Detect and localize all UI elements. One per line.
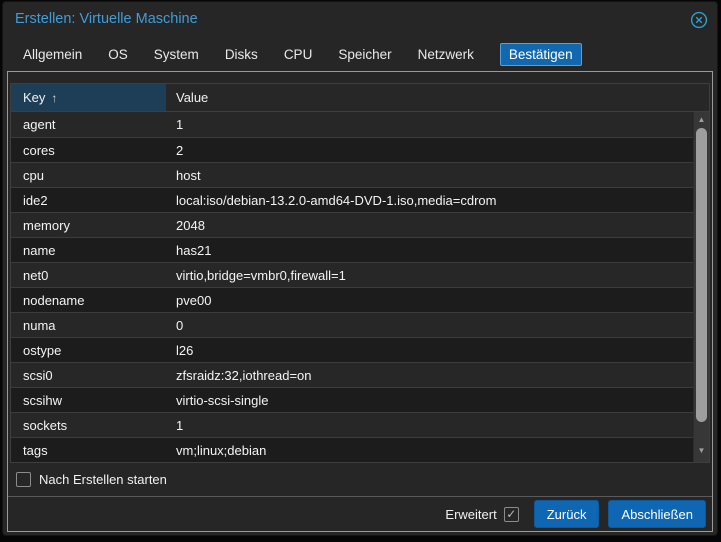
table-row[interactable]: cores 2 — [11, 137, 709, 162]
scroll-up-icon[interactable]: ▲ — [694, 115, 709, 125]
vertical-scrollbar[interactable]: ▲ ▼ — [693, 112, 709, 462]
panel-body: Key ↑ Value agent 1 cores 2 cpu host ide2 local… — [7, 71, 713, 532]
advanced-toggle: Erweitert ✓ — [445, 506, 519, 522]
value-cell: host — [176, 167, 201, 183]
tab-netzwerk[interactable]: Netzwerk — [418, 43, 474, 66]
grid-header: Key ↑ Value — [11, 84, 709, 112]
value-cell: l26 — [176, 342, 194, 358]
create-vm-dialog: Erstellen: Virtuelle Maschine Allgemein O… — [2, 1, 718, 536]
table-row[interactable]: ide2 local:iso/debian-13.2.0-amd64-DVD-1.… — [11, 187, 709, 212]
column-header-key-label: Key — [23, 90, 46, 105]
value-cell: virtio-scsi-single — [176, 392, 269, 408]
value-cell: virtio,bridge=vmbr0,firewall=1 — [176, 267, 346, 283]
value-cell: 0 — [176, 317, 184, 333]
dialog-footer: Erweitert ✓ Zurück Abschließen — [8, 496, 712, 531]
tab-cpu[interactable]: CPU — [284, 43, 313, 66]
key-cell: scsi0 — [23, 367, 53, 383]
back-button[interactable]: Zurück — [533, 500, 600, 528]
key-cell: scsihw — [23, 392, 63, 408]
key-cell: agent — [23, 117, 56, 132]
tab-speicher[interactable]: Speicher — [338, 43, 391, 66]
grid-body: agent 1 cores 2 cpu host ide2 local:iso/debian-… — [11, 112, 709, 462]
advanced-checkbox[interactable]: ✓ — [503, 506, 519, 522]
table-row[interactable]: cpu host — [11, 162, 709, 187]
key-cell: cpu — [23, 167, 44, 183]
table-row[interactable]: scsi0 zfsraidz:32,iothread=on — [11, 362, 709, 387]
key-cell: name — [23, 242, 56, 258]
tab-disks[interactable]: Disks — [225, 43, 258, 66]
table-row[interactable]: tags vm;linux;debian — [11, 437, 709, 462]
table-row[interactable]: ostype l26 — [11, 337, 709, 362]
tab-best-tigen[interactable]: Bestätigen — [499, 42, 582, 66]
key-cell: ostype — [23, 342, 62, 358]
advanced-label: Erweitert — [445, 506, 497, 522]
value-cell: local:iso/debian-13.2.0-amd64-DVD-1.iso,… — [176, 192, 497, 208]
table-row[interactable]: agent 1 — [11, 112, 709, 137]
sort-ascending-icon: ↑ — [51, 90, 58, 105]
table-row[interactable]: sockets 1 — [11, 412, 709, 437]
key-cell: nodename — [23, 292, 85, 308]
summary-grid: Key ↑ Value agent 1 cores 2 cpu host ide2 local… — [10, 83, 710, 463]
value-cell: 2048 — [176, 217, 205, 233]
column-header-key[interactable]: Key ↑ — [11, 84, 166, 111]
close-icon — [690, 11, 708, 33]
key-cell: memory — [23, 217, 70, 233]
table-row[interactable]: nodename pve00 — [11, 287, 709, 312]
key-cell: ide2 — [23, 192, 48, 208]
value-cell: has21 — [176, 242, 212, 258]
value-cell: pve00 — [176, 292, 212, 308]
tab-system[interactable]: System — [154, 43, 199, 66]
close-button[interactable] — [690, 11, 708, 29]
scroll-down-icon[interactable]: ▼ — [694, 446, 709, 456]
key-cell: net0 — [23, 267, 49, 283]
column-header-value-label: Value — [176, 90, 209, 105]
scrollbar-thumb[interactable] — [696, 128, 707, 422]
value-cell: 1 — [176, 117, 184, 132]
table-row[interactable]: memory 2048 — [11, 212, 709, 237]
table-row[interactable]: scsihw virtio-scsi-single — [11, 387, 709, 412]
tab-bar: Allgemein OS System Disks CPU Speicher Netzwer… — [3, 37, 717, 71]
finish-button[interactable]: Abschließen — [608, 500, 706, 528]
table-row[interactable]: name has21 — [11, 237, 709, 262]
start-after-create-label: Nach Erstellen starten — [39, 472, 167, 487]
key-cell: sockets — [23, 417, 68, 433]
tab-os[interactable]: OS — [108, 43, 128, 66]
value-cell: 2 — [176, 142, 184, 158]
value-cell: zfsraidz:32,iothread=on — [176, 367, 312, 383]
start-after-create-checkbox[interactable] — [16, 472, 31, 487]
tab-allgemein[interactable]: Allgemein — [23, 43, 82, 66]
key-cell: cores — [23, 142, 55, 158]
value-cell: 1 — [176, 417, 184, 433]
start-after-create-row: Nach Erstellen starten — [16, 472, 167, 487]
column-header-value[interactable]: Value — [166, 84, 709, 111]
value-cell: vm;linux;debian — [176, 442, 267, 458]
table-row[interactable]: net0 virtio,bridge=vmbr0,firewall=1 — [11, 262, 709, 287]
dialog-title: Erstellen: Virtuelle Maschine — [15, 11, 198, 27]
key-cell: numa — [23, 317, 56, 333]
dialog-titlebar: Erstellen: Virtuelle Maschine — [3, 2, 717, 37]
table-row[interactable]: numa 0 — [11, 312, 709, 337]
key-cell: tags — [23, 442, 48, 458]
